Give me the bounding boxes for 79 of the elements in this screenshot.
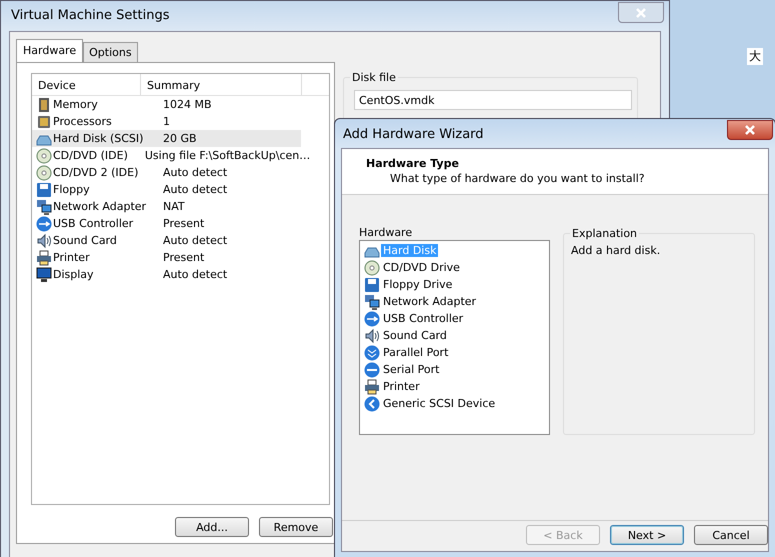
device-name: Network Adapter xyxy=(53,200,146,213)
device-name: Floppy xyxy=(53,183,91,196)
wizard-button[interactable]: Cancel xyxy=(694,525,768,545)
header-subtitle: What type of hardware do you want to install? xyxy=(389,172,646,185)
device-row[interactable]: Floppy Auto detect xyxy=(32,181,301,198)
scsi-icon xyxy=(364,396,380,412)
memory-chip-icon xyxy=(36,96,52,112)
device-summary: Present xyxy=(162,251,204,264)
tab[interactable]: Hardware xyxy=(16,39,84,62)
device-summary: NAT xyxy=(162,200,185,213)
disc-icon xyxy=(36,164,52,180)
tab[interactable]: Options xyxy=(83,42,138,62)
speaker-icon xyxy=(36,232,52,248)
device-summary: 1 xyxy=(162,115,170,128)
network-computers-icon xyxy=(364,294,380,310)
printer-icon xyxy=(364,378,380,394)
list-label: Hardware xyxy=(359,226,412,239)
disc-icon xyxy=(36,148,52,164)
hardware-item[interactable]: Parallel Port xyxy=(360,344,549,361)
device-name: Memory xyxy=(53,98,99,111)
monitor-icon xyxy=(36,266,52,282)
device-summary: 20 GB xyxy=(162,132,197,145)
header-title: Hardware Type xyxy=(366,157,460,170)
hardware-item[interactable]: Network Adapter xyxy=(360,293,549,310)
device-name: Display xyxy=(53,268,95,281)
hardware-item[interactable]: USB Controller xyxy=(360,310,549,327)
device-row[interactable]: Processors 1 xyxy=(32,113,301,130)
device-summary: Present xyxy=(162,217,204,230)
serial-port-icon xyxy=(364,362,380,378)
device-row[interactable]: Memory 1024 MB xyxy=(32,96,301,113)
window-title: Add Hardware Wizard xyxy=(343,127,484,142)
hardware-item[interactable]: Sound Card xyxy=(360,327,549,344)
device-summary: Auto detect xyxy=(162,166,228,179)
usb-icon xyxy=(364,310,380,326)
device-name: Sound Card xyxy=(53,234,118,247)
device-name: Printer xyxy=(53,251,91,264)
close-icon xyxy=(635,8,647,18)
column-header[interactable]: Summary xyxy=(141,74,302,95)
hardware-item[interactable]: Generic SCSI Device xyxy=(360,395,549,412)
hardware-item[interactable]: Floppy Drive xyxy=(360,276,549,293)
usb-icon xyxy=(36,216,52,232)
device-row[interactable]: Network Adapter NAT xyxy=(32,198,301,215)
device-name: USB Controller xyxy=(53,217,134,230)
speaker-icon xyxy=(364,328,380,344)
device-row[interactable]: USB Controller Present xyxy=(32,215,301,232)
group-legend: Explanation xyxy=(570,227,640,240)
device-row[interactable]: Hard Disk (SCSI) 20 GB xyxy=(32,130,301,147)
device-name: CD/DVD 2 (IDE) xyxy=(53,166,140,179)
device-summary: Using file F:\SoftBackUp\cen… xyxy=(144,149,310,162)
hardware-item[interactable]: Serial Port xyxy=(360,361,549,378)
close-icon xyxy=(744,125,756,135)
side-label: 大 xyxy=(747,48,763,65)
wizard-button[interactable]: Next > xyxy=(610,525,684,545)
parallel-port-icon xyxy=(364,344,380,360)
processor-chip-icon xyxy=(36,114,52,130)
window-title: Virtual Machine Settings xyxy=(11,8,170,23)
device-row[interactable]: CD/DVD 2 (IDE) Auto detect xyxy=(32,164,301,181)
device-row[interactable]: Display Auto detect xyxy=(32,266,301,283)
device-row[interactable]: Sound Card Auto detect xyxy=(32,232,301,249)
device-summary: Auto detect xyxy=(162,234,228,247)
explanation-text: Add a hard disk. xyxy=(571,244,660,257)
disc-icon xyxy=(364,260,380,276)
group-legend: Disk file xyxy=(350,71,398,84)
device-name: Processors xyxy=(53,115,113,128)
printer-icon xyxy=(36,250,52,266)
device-summary: Auto detect xyxy=(162,183,228,196)
device-name: CD/DVD (IDE) xyxy=(53,149,128,162)
close-button[interactable] xyxy=(727,120,773,140)
device-summary: Auto detect xyxy=(162,268,228,281)
disk-file-field[interactable]: CentOS.vmdk xyxy=(354,90,632,110)
hardware-item[interactable]: CD/DVD Drive xyxy=(360,259,549,276)
device-summary: 1024 MB xyxy=(162,98,212,111)
hardware-item[interactable]: Printer xyxy=(360,378,549,395)
device-name: Hard Disk (SCSI) xyxy=(53,132,144,145)
action-button[interactable]: Add... xyxy=(175,517,249,537)
column-header[interactable]: Device xyxy=(32,74,141,95)
network-computers-icon xyxy=(36,198,52,214)
device-row[interactable]: Printer Present xyxy=(32,249,301,266)
action-button[interactable]: Remove xyxy=(259,517,333,537)
